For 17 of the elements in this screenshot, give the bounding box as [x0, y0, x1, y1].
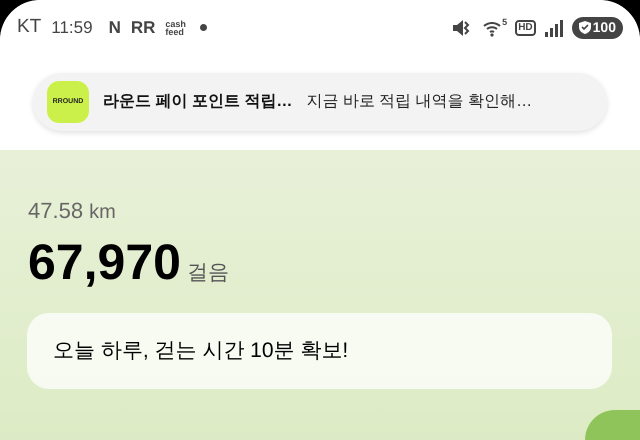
- app-status-icon: N: [108, 14, 121, 40]
- carrier-label: KT: [17, 15, 42, 40]
- app-status-icon: RR: [130, 14, 156, 40]
- distance-unit: km: [89, 200, 116, 225]
- app-status-icon: cash feed: [165, 20, 186, 36]
- hd-badge: HD: [515, 20, 536, 36]
- clock-time: 11:59: [51, 16, 93, 39]
- signal-icon: [544, 18, 564, 36]
- step-count: 67,970: [28, 233, 181, 291]
- shield-icon: [578, 21, 591, 34]
- step-unit: 걸음: [186, 260, 229, 286]
- distance-value: 47.58: [28, 197, 84, 225]
- message-text: 오늘 하루, 걷는 시간 10분 확보!: [53, 338, 348, 364]
- notification-body: 지금 바로 적립 내역을 확인해…: [306, 92, 532, 112]
- leaf-drawing: [585, 410, 640, 440]
- notification-title: 라운드 페이 포인트 적립…: [103, 92, 292, 112]
- battery-badge: 100: [572, 16, 623, 38]
